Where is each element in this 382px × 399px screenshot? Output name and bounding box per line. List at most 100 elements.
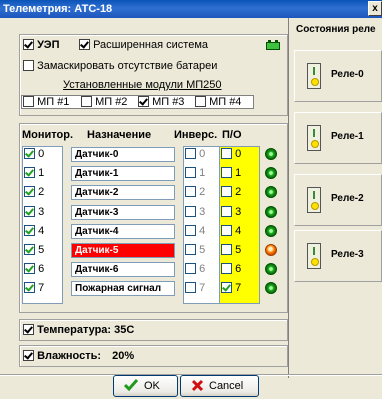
po-checkbox-2[interactable] (221, 186, 232, 197)
invert-checkbox-5[interactable] (185, 244, 196, 255)
monitor-item-0[interactable]: 0 (24, 148, 44, 160)
sensor-name-field-0[interactable]: Датчик-0 (71, 147, 175, 162)
status-led-icon-2 (265, 186, 277, 198)
cancel-button[interactable]: Cancel (180, 375, 259, 397)
modules-link[interactable]: Установленные модули МП250 (63, 79, 222, 91)
invert-checkbox-1[interactable] (185, 167, 196, 178)
battery-icon (266, 40, 280, 50)
monitor-item-7[interactable]: 7 (24, 282, 44, 294)
mask-battery-checkbox[interactable] (23, 60, 34, 71)
po-item-4[interactable]: 4 (221, 225, 241, 237)
module-mp2[interactable]: МП #2 (81, 96, 127, 108)
monitor-checkbox-6[interactable] (24, 263, 35, 274)
monitor-checkbox-3[interactable] (24, 206, 35, 217)
po-item-0[interactable]: 0 (221, 148, 241, 160)
invert-checkbox-0[interactable] (185, 148, 196, 159)
monitor-item-3[interactable]: 3 (24, 206, 44, 218)
title-bar[interactable]: Телеметрия: АТС-18 x (0, 0, 382, 18)
po-checkbox-6[interactable] (221, 263, 232, 274)
sensor-name-field-6[interactable]: Датчик-6 (71, 262, 175, 277)
monitor-index-7: 7 (38, 282, 45, 294)
po-item-2[interactable]: 2 (221, 186, 241, 198)
module-mp1-checkbox[interactable] (23, 96, 34, 107)
invert-checkbox-3[interactable] (185, 206, 196, 217)
relay-0-icon (307, 63, 321, 89)
po-index-5: 5 (235, 244, 242, 256)
invert-checkbox-6[interactable] (185, 263, 196, 274)
invert-checkbox-4[interactable] (185, 225, 196, 236)
monitor-item-5[interactable]: 5 (24, 244, 44, 256)
close-button[interactable]: x (368, 1, 382, 16)
monitor-index-6: 6 (38, 263, 45, 275)
po-index-0: 0 (235, 148, 242, 160)
monitor-item-1[interactable]: 1 (24, 167, 44, 179)
po-checkbox-1[interactable] (221, 167, 232, 178)
invert-index-3: 3 (199, 206, 206, 218)
invert-index-4: 4 (199, 225, 206, 237)
invert-item-4[interactable]: 4 (185, 225, 205, 237)
invert-item-0[interactable]: 0 (185, 148, 205, 160)
sensor-name-field-3[interactable]: Датчик-3 (71, 205, 175, 220)
sensor-name-field-1[interactable]: Датчик-1 (71, 166, 175, 181)
humidity-option[interactable]: Влажность: 20% (23, 350, 134, 362)
po-checkbox-5[interactable] (221, 244, 232, 255)
humidity-checkbox[interactable] (23, 350, 34, 361)
monitor-item-6[interactable]: 6 (24, 263, 44, 275)
temperature-checkbox[interactable] (23, 324, 34, 335)
relay-1[interactable]: Реле-1 (294, 112, 382, 164)
module-mp3-label: МП #3 (152, 96, 185, 108)
monitor-item-4[interactable]: 4 (24, 225, 44, 237)
relay-0[interactable]: Реле-0 (294, 50, 382, 102)
monitor-checkbox-5[interactable] (24, 244, 35, 255)
monitor-checkbox-7[interactable] (24, 282, 35, 293)
module-mp4[interactable]: МП #4 (195, 96, 241, 108)
sensor-name-field-2[interactable]: Датчик-2 (71, 185, 175, 200)
header-monitor: Монитор. (22, 129, 74, 141)
relay-3-icon (307, 243, 321, 269)
module-mp4-checkbox[interactable] (195, 96, 206, 107)
invert-item-7[interactable]: 7 (185, 282, 205, 294)
relay-2[interactable]: Реле-2 (294, 174, 382, 226)
monitor-checkbox-1[interactable] (24, 167, 35, 178)
invert-item-1[interactable]: 1 (185, 167, 205, 179)
monitor-checkbox-2[interactable] (24, 186, 35, 197)
humidity-value: 20% (112, 350, 135, 362)
temperature-option[interactable]: Температура: 35С (23, 324, 134, 336)
invert-item-6[interactable]: 6 (185, 263, 205, 275)
sensor-name-field-4[interactable]: Датчик-4 (71, 224, 175, 239)
temperature-value: 35С (114, 324, 135, 336)
po-index-4: 4 (235, 225, 242, 237)
sensor-name-field-5[interactable]: Датчик-5 (71, 243, 175, 258)
module-mp2-checkbox[interactable] (81, 96, 92, 107)
po-item-1[interactable]: 1 (221, 167, 241, 179)
po-item-7[interactable]: 7 (221, 282, 241, 294)
module-mp3[interactable]: МП #3 (138, 96, 184, 108)
po-item-6[interactable]: 6 (221, 263, 241, 275)
invert-checkbox-7[interactable] (185, 282, 196, 293)
po-item-3[interactable]: 3 (221, 206, 241, 218)
monitor-item-2[interactable]: 2 (24, 186, 44, 198)
monitor-checkbox-0[interactable] (24, 148, 35, 159)
module-mp1[interactable]: МП #1 (23, 96, 69, 108)
po-checkbox-7[interactable] (221, 282, 232, 293)
sensor-name-field-7[interactable]: Пожарная сигнал (71, 281, 175, 296)
uep-option[interactable]: УЭП (23, 39, 60, 51)
monitor-checkbox-4[interactable] (24, 225, 35, 236)
po-checkbox-0[interactable] (221, 148, 232, 159)
relay-3[interactable]: Реле-3 (294, 230, 382, 282)
invert-item-2[interactable]: 2 (185, 186, 205, 198)
uep-checkbox[interactable] (23, 39, 34, 50)
monitor-index-4: 4 (38, 225, 45, 237)
po-checkbox-3[interactable] (221, 206, 232, 217)
po-checkbox-4[interactable] (221, 225, 232, 236)
invert-item-5[interactable]: 5 (185, 244, 205, 256)
extended-system-option[interactable]: Расширенная система (79, 39, 208, 51)
invert-item-3[interactable]: 3 (185, 206, 205, 218)
extended-system-checkbox[interactable] (79, 39, 90, 50)
temperature-label: Температура: (37, 324, 112, 336)
ok-button[interactable]: OK (113, 375, 178, 397)
mask-battery-option[interactable]: Замаскировать отсутствие батареи (23, 60, 217, 72)
po-item-5[interactable]: 5 (221, 244, 241, 256)
module-mp3-checkbox[interactable] (138, 96, 149, 107)
invert-checkbox-2[interactable] (185, 186, 196, 197)
